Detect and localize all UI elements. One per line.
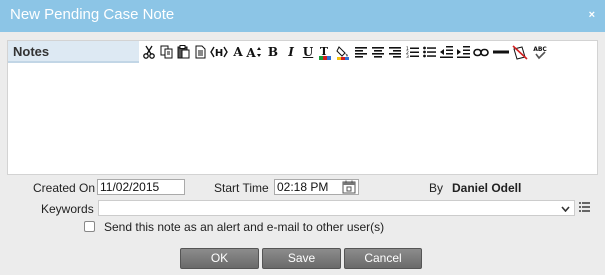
keywords-select[interactable]: [98, 200, 575, 216]
paste-icon[interactable]: [176, 44, 190, 60]
underline-icon[interactable]: U: [301, 44, 315, 60]
start-time-field[interactable]: [274, 179, 359, 195]
alert-checkbox-label: Send this note as an alert and e-mail to…: [104, 220, 385, 234]
ok-button[interactable]: OK: [180, 248, 259, 269]
font-size-icon[interactable]: A: [246, 44, 262, 60]
notes-tab: Notes: [8, 41, 139, 63]
clear-format-icon[interactable]: [512, 44, 528, 60]
created-on-input[interactable]: [100, 180, 182, 194]
text-color-icon[interactable]: T: [318, 44, 332, 60]
note-editor-area[interactable]: [8, 64, 597, 174]
ordered-list-icon[interactable]: 123: [405, 44, 419, 60]
cut-icon[interactable]: [142, 44, 156, 60]
close-icon[interactable]: ×: [589, 9, 595, 21]
html-source-icon[interactable]: H: [210, 44, 228, 60]
svg-text:H: H: [215, 48, 223, 58]
keywords-label: Keywords: [41, 202, 94, 216]
svg-text:A: A: [246, 46, 256, 59]
title-bar: New Pending Case Note ×: [0, 0, 605, 32]
paste-text-icon[interactable]: [193, 44, 207, 60]
chevron-down-icon[interactable]: [561, 206, 570, 212]
keywords-row: Keywords: [7, 200, 598, 218]
align-right-icon[interactable]: [388, 44, 402, 60]
indent-icon[interactable]: [456, 44, 470, 60]
unordered-list-icon[interactable]: [422, 44, 436, 60]
by-value: Daniel Odell: [452, 181, 522, 195]
alert-checkbox[interactable]: [84, 221, 95, 232]
highlight-icon[interactable]: [336, 44, 350, 60]
align-center-icon[interactable]: [371, 44, 385, 60]
font-icon[interactable]: A: [231, 44, 245, 60]
save-button[interactable]: Save: [262, 248, 341, 269]
editor-toolbar: Notes H A A B I U T 1 2 3 ABC: [8, 41, 597, 64]
start-time-label: Start Time: [214, 181, 269, 195]
align-left-icon[interactable]: [354, 44, 368, 60]
copy-icon[interactable]: [159, 44, 173, 60]
italic-icon[interactable]: I: [284, 44, 298, 60]
dialog-title: New Pending Case Note: [10, 6, 175, 23]
meta-row: Created On Start Time By Daniel Odell: [7, 179, 598, 197]
svg-text:3: 3: [406, 54, 409, 58]
cancel-button[interactable]: Cancel: [344, 248, 422, 269]
created-on-label: Created On: [33, 181, 96, 195]
list-icon[interactable]: [579, 202, 590, 212]
alert-row: Send this note as an alert and e-mail to…: [7, 219, 598, 235]
outdent-icon[interactable]: [439, 44, 453, 60]
notes-editor: Notes H A A B I U T 1 2 3 ABC: [7, 40, 598, 175]
svg-text:ABC: ABC: [533, 46, 547, 53]
notes-tab-label: Notes: [13, 44, 50, 59]
created-on-field[interactable]: [97, 179, 185, 195]
bold-icon[interactable]: B: [266, 44, 280, 60]
link-icon[interactable]: [473, 44, 489, 60]
horizontal-rule-icon[interactable]: [493, 44, 509, 60]
spellcheck-icon[interactable]: ABC: [532, 44, 548, 60]
calendar-icon[interactable]: [342, 180, 356, 194]
by-label: By: [429, 181, 444, 195]
